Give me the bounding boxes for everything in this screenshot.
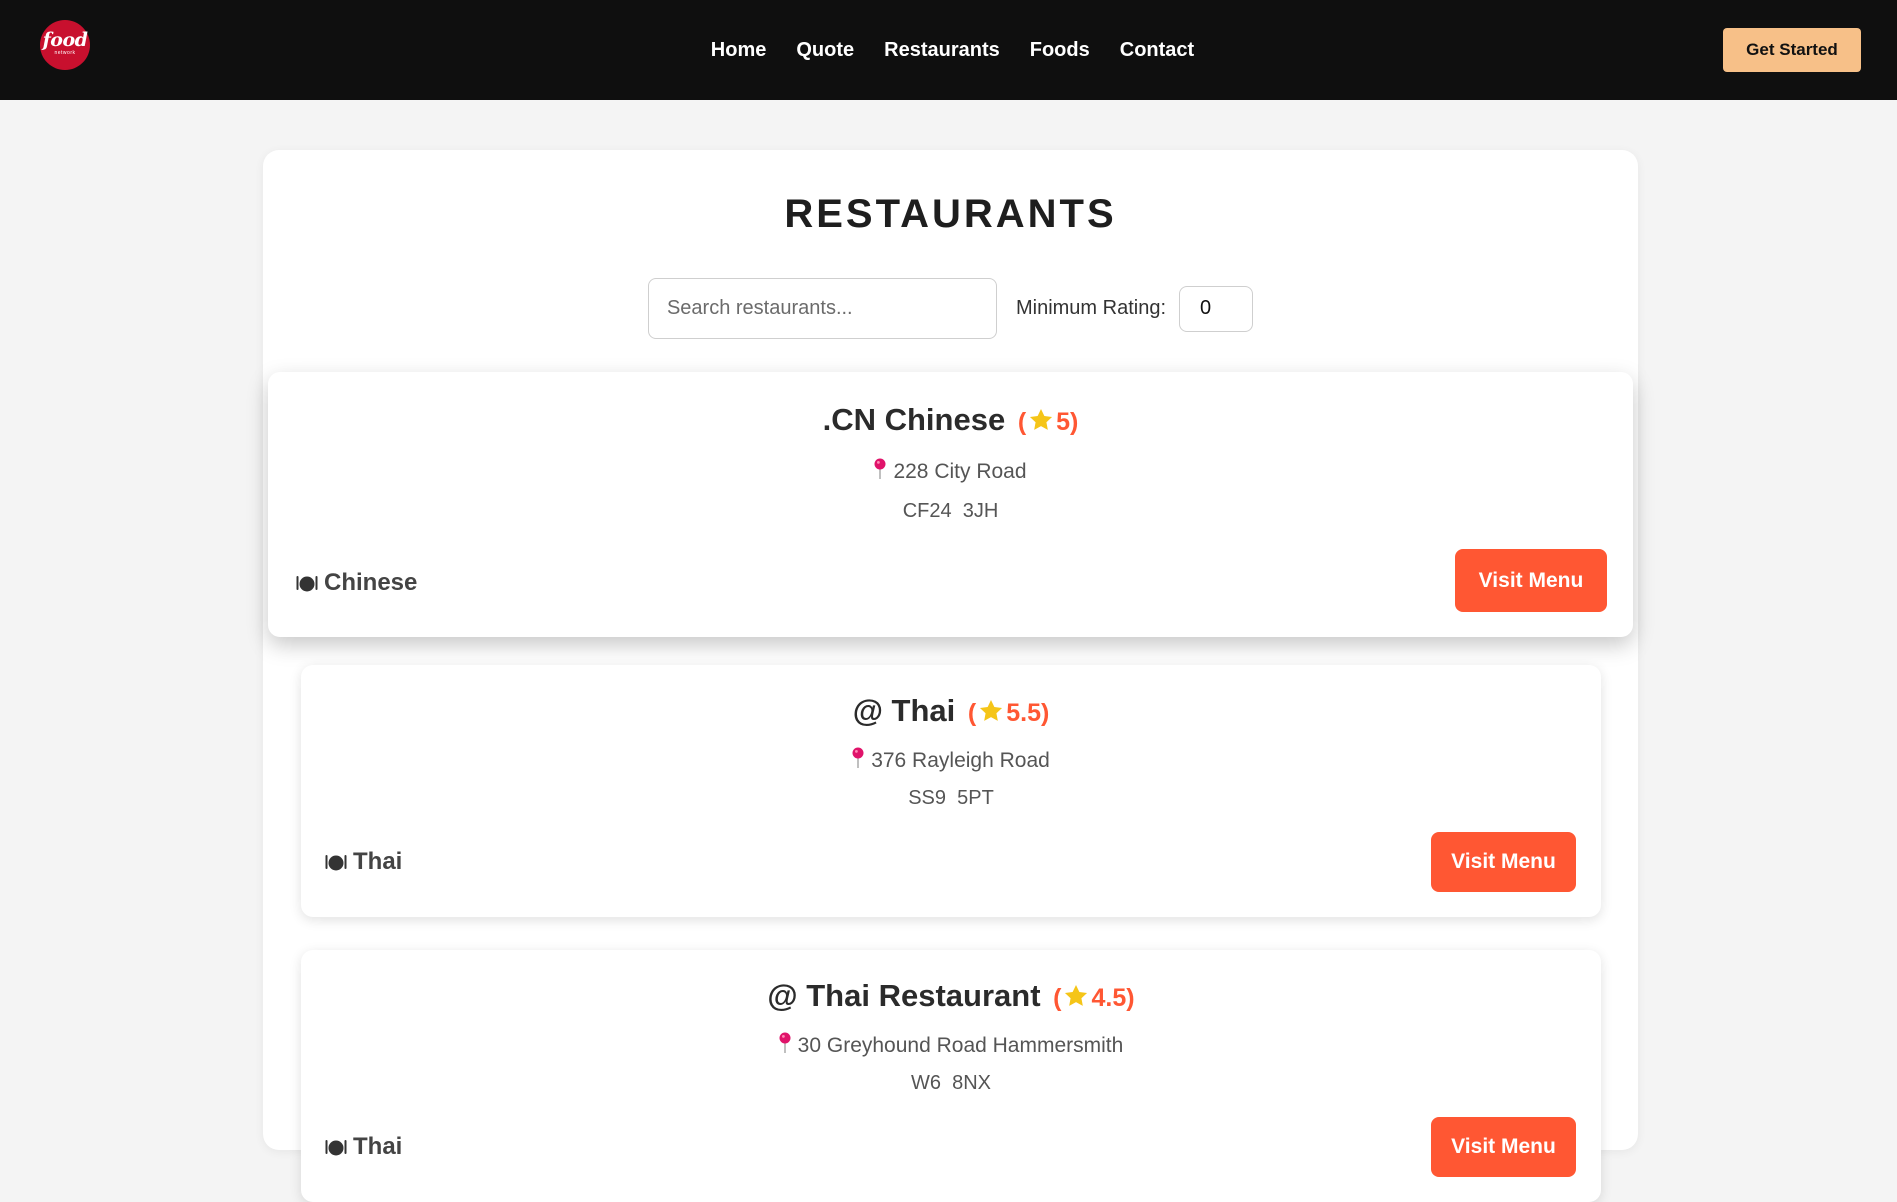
top-navbar: food network Home Quote Restaurants Food… [0, 0, 1897, 100]
plate-icon [296, 576, 318, 592]
rating-value: 5.5) [1006, 699, 1050, 727]
cuisine-text: Thai [353, 848, 403, 875]
visit-menu-button[interactable]: Visit Menu [1455, 549, 1607, 612]
address-text: 376 Rayleigh Road [871, 749, 1050, 772]
nav-foods-link[interactable]: Foods [1030, 39, 1090, 62]
restaurant-name: .CN Chinese (5) [268, 402, 1633, 438]
search-input[interactable] [647, 278, 997, 339]
restaurant-address: 376 Rayleigh Road [301, 747, 1601, 773]
get-started-button[interactable]: Get Started [1723, 28, 1861, 72]
rating-value: 4.5) [1091, 984, 1135, 1012]
rating-paren: ( [1017, 408, 1027, 436]
star-icon [1030, 408, 1053, 430]
restaurant-cuisine: Chinese [296, 569, 417, 597]
star-icon [1065, 984, 1088, 1006]
restaurant-name: @ Thai (5.5) [301, 693, 1601, 729]
restaurant-card: @ Thai Restaurant (4.5) 30 Greyhound Roa… [301, 950, 1601, 1202]
rating-value: 5) [1056, 408, 1079, 436]
restaurant-address: 228 City Road [268, 458, 1633, 484]
restaurant-address: 30 Greyhound Road Hammersmith [301, 1032, 1601, 1058]
restaurant-name-text: @ Thai Restaurant [767, 978, 1041, 1013]
nav-quote-link[interactable]: Quote [796, 39, 854, 62]
restaurants-panel: RESTAURANTS Minimum Rating: .CN Chinese … [263, 150, 1638, 1202]
cuisine-text: Thai [353, 1133, 403, 1160]
nav-home-link[interactable]: Home [711, 39, 767, 62]
pin-icon [852, 747, 864, 768]
visit-menu-button[interactable]: Visit Menu [1431, 832, 1576, 892]
restaurant-postcode: SS9 5PT [908, 787, 994, 809]
address-text: 228 City Road [893, 460, 1027, 483]
star-icon [980, 699, 1003, 721]
pin-icon [874, 458, 886, 479]
rating-paren: ( [1053, 984, 1062, 1012]
restaurant-card: @ Thai (5.5) 376 Rayleigh Road SS9 5PT T… [301, 665, 1601, 917]
restaurant-rating: (5.5) [968, 699, 1049, 727]
nav-contact-link[interactable]: Contact [1120, 39, 1194, 62]
restaurant-name-text: @ Thai [852, 693, 956, 728]
restaurant-cuisine: Thai [325, 1133, 402, 1161]
minimum-rating-input[interactable] [1179, 285, 1254, 332]
filter-bar: Minimum Rating: [263, 278, 1638, 339]
nav-restaurants-link[interactable]: Restaurants [884, 39, 1000, 62]
restaurant-name-text: .CN Chinese [822, 402, 1006, 437]
cuisine-text: Chinese [324, 569, 418, 596]
restaurant-postcode: W6 8NX [910, 1072, 992, 1094]
main-nav: Home Quote Restaurants Foods Contact [0, 0, 1897, 100]
rating-paren: ( [967, 699, 977, 727]
minimum-rating-label: Minimum Rating: [1015, 297, 1167, 319]
restaurant-rating: (4.5) [1053, 984, 1134, 1012]
restaurant-postcode: CF24 3JH [902, 500, 999, 522]
restaurant-card: .CN Chinese (5) 228 City Road CF24 3JH C… [268, 372, 1633, 637]
restaurant-name: @ Thai Restaurant (4.5) [301, 978, 1601, 1014]
plate-icon [325, 1140, 347, 1156]
plate-icon [325, 855, 347, 871]
pin-icon [779, 1032, 791, 1053]
page-title: RESTAURANTS [784, 192, 1117, 236]
visit-menu-button[interactable]: Visit Menu [1431, 1117, 1576, 1177]
restaurant-cuisine: Thai [325, 848, 402, 876]
address-text: 30 Greyhound Road Hammersmith [797, 1034, 1124, 1057]
restaurant-rating: (5) [1018, 408, 1079, 436]
